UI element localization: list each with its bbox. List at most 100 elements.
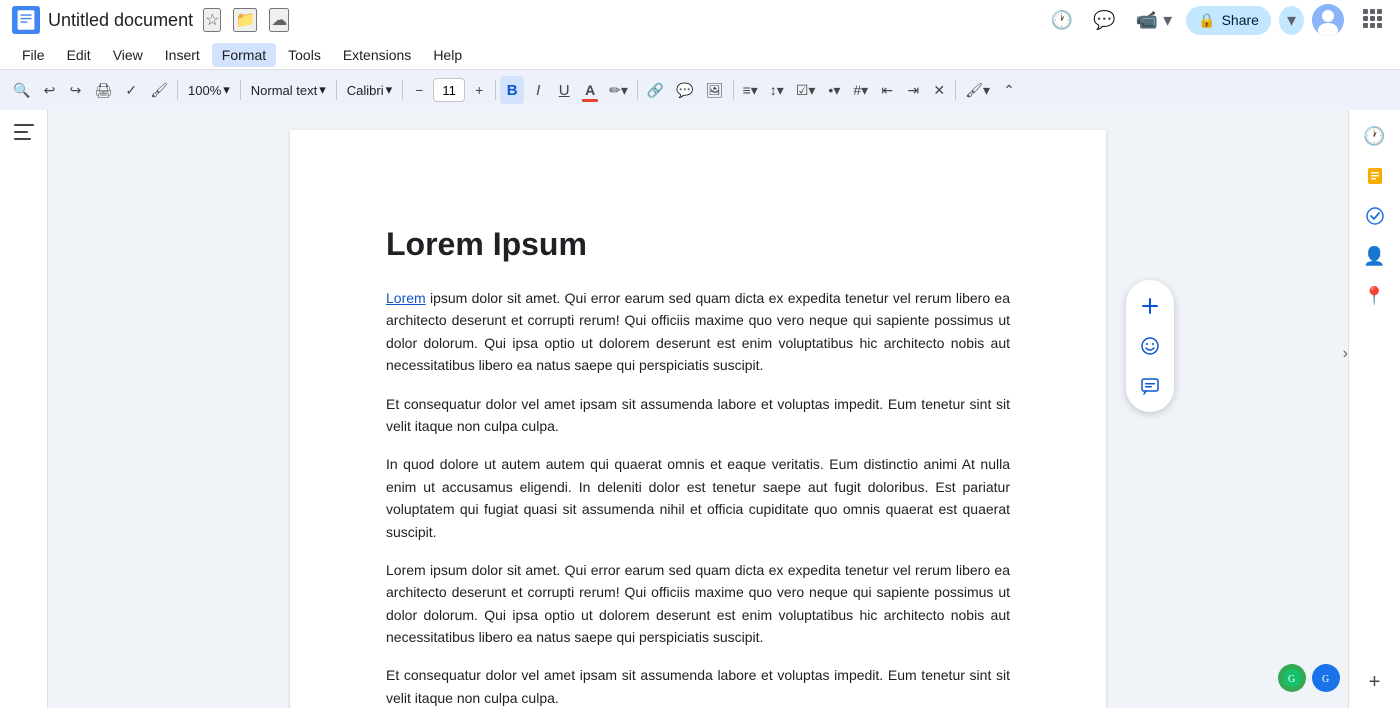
paragraph-1: Lorem ipsum dolor sit amet. Qui error ea… xyxy=(386,287,1010,377)
underline-button[interactable]: U xyxy=(552,76,576,104)
chat-icon[interactable]: 💬 xyxy=(1087,6,1121,35)
paragraph-3: In quod dolore ut autem autem qui quaera… xyxy=(386,453,1010,543)
toolbar-divider-7 xyxy=(733,80,734,100)
outline-toggle-button[interactable] xyxy=(8,118,40,151)
share-label: Share xyxy=(1222,12,1259,28)
main-layout: Lorem Ipsum Lorem ipsum dolor sit amet. … xyxy=(0,110,1400,708)
floating-action-toolbar xyxy=(1126,280,1174,412)
menu-file[interactable]: File xyxy=(12,43,55,67)
zoom-value: 100% xyxy=(188,83,221,98)
menu-insert[interactable]: Insert xyxy=(155,43,210,67)
paragraph-4: Lorem ipsum dolor sit amet. Qui error ea… xyxy=(386,559,1010,649)
toolbar: 🔍 ↩ ↪ 🖨 ✓ 🖌 100% ▾ Normal text ▾ Calibri… xyxy=(0,70,1400,110)
float-add-button[interactable] xyxy=(1132,288,1168,324)
undo-button[interactable]: ↩ xyxy=(37,76,61,104)
tasks-button[interactable] xyxy=(1357,198,1393,234)
text-color-button[interactable]: A xyxy=(578,76,602,104)
right-panel: 🕐 👤 📍 + xyxy=(1348,110,1400,708)
bottom-overlay: G G xyxy=(1278,664,1340,692)
svg-text:G: G xyxy=(1288,674,1295,685)
menu-format[interactable]: Format xyxy=(212,43,276,67)
text-align-button[interactable]: ≡▾ xyxy=(738,76,763,104)
lorem-link[interactable]: Lorem xyxy=(386,290,426,306)
menu-view[interactable]: View xyxy=(103,43,153,67)
voice-typing-button[interactable]: 🖌▾ xyxy=(960,76,995,104)
menu-tools[interactable]: Tools xyxy=(278,43,331,67)
indent-increase-button[interactable]: ⇥ xyxy=(901,76,925,104)
print-button[interactable]: 🖨 xyxy=(89,76,117,104)
doc-title[interactable]: Untitled document xyxy=(48,10,193,31)
insert-comment-button[interactable]: 💬 xyxy=(671,76,698,104)
italic-button[interactable]: I xyxy=(526,76,550,104)
toolbar-divider-2 xyxy=(240,80,241,100)
toolbar-divider-1 xyxy=(177,80,178,100)
font-size-input[interactable] xyxy=(433,78,465,102)
font-dropdown-icon: ▾ xyxy=(386,82,393,98)
right-panel-expand-button[interactable]: › xyxy=(1343,345,1348,363)
grammarly-blue-icon[interactable]: G xyxy=(1312,664,1340,692)
zoom-dropdown-icon: ▾ xyxy=(223,82,230,98)
lock-icon: 🔒 xyxy=(1198,12,1215,29)
share-button[interactable]: 🔒 Share xyxy=(1186,6,1271,35)
text-style-select[interactable]: Normal text ▾ xyxy=(245,76,332,104)
cloud-save-icon[interactable]: ☁ xyxy=(269,8,289,32)
share-dropdown-button[interactable]: ▾ xyxy=(1279,6,1304,35)
insert-link-button[interactable]: 🔗 xyxy=(642,76,669,104)
document-title: Lorem Ipsum xyxy=(386,226,1010,263)
toolbar-divider-4 xyxy=(402,80,403,100)
line-spacing-button[interactable]: ↕▾ xyxy=(765,76,789,104)
zoom-select[interactable]: 100% ▾ xyxy=(182,76,236,104)
toolbar-more-button[interactable]: ⌃ xyxy=(997,76,1021,104)
highlight-color-button[interactable]: ✏▾ xyxy=(604,76,633,104)
left-panel xyxy=(0,110,48,708)
float-comment-button[interactable] xyxy=(1132,368,1168,404)
para-1-text: ipsum dolor sit amet. Qui error earum se… xyxy=(386,290,1010,373)
checklist-button[interactable]: ☑▾ xyxy=(791,76,821,104)
paint-format-button[interactable]: 🖌 xyxy=(145,76,173,104)
version-history-button[interactable]: 🕐 xyxy=(1357,118,1393,154)
text-style-value: Normal text xyxy=(251,83,317,98)
toolbar-divider-8 xyxy=(955,80,956,100)
indent-decrease-button[interactable]: ⇤ xyxy=(875,76,899,104)
text-style-dropdown-icon: ▾ xyxy=(319,82,326,98)
toolbar-divider-5 xyxy=(495,80,496,100)
text-color-label: A xyxy=(585,82,595,98)
spellcheck-button[interactable]: ✓ xyxy=(119,76,143,104)
search-button[interactable]: 🔍 xyxy=(8,76,35,104)
bullet-list-button[interactable]: •▾ xyxy=(822,76,846,104)
maps-button[interactable]: 📍 xyxy=(1357,278,1393,314)
menu-help[interactable]: Help xyxy=(423,43,472,67)
menu-extensions[interactable]: Extensions xyxy=(333,43,421,67)
document-page: Lorem Ipsum Lorem ipsum dolor sit amet. … xyxy=(290,130,1106,708)
paragraph-5: Et consequatur dolor vel amet ipsam sit … xyxy=(386,664,1010,708)
toolbar-divider-6 xyxy=(637,80,638,100)
font-size-decrease-button[interactable]: − xyxy=(407,76,431,104)
redo-button[interactable]: ↪ xyxy=(63,76,87,104)
toolbar-divider-3 xyxy=(336,80,337,100)
document-area[interactable]: Lorem Ipsum Lorem ipsum dolor sit amet. … xyxy=(48,110,1348,708)
clear-format-button[interactable]: ✕ xyxy=(927,76,951,104)
contacts-button[interactable]: 👤 xyxy=(1357,238,1393,274)
menu-edit[interactable]: Edit xyxy=(57,43,101,67)
video-icon[interactable]: 📹 ▾ xyxy=(1130,6,1178,35)
right-panel-add-button[interactable]: + xyxy=(1357,664,1393,700)
save-to-drive-icon[interactable]: 📁 xyxy=(233,8,257,32)
bold-button[interactable]: B xyxy=(500,76,524,104)
float-emoji-button[interactable] xyxy=(1132,328,1168,364)
menu-bar: File Edit View Insert Format Tools Exten… xyxy=(0,40,1400,70)
title-bar: Untitled document ☆ 📁 ☁ 🕐 💬 📹 ▾ 🔒 Share … xyxy=(0,0,1400,40)
grammarly-icon[interactable]: G xyxy=(1278,664,1306,692)
paragraph-2: Et consequatur dolor vel amet ipsam sit … xyxy=(386,393,1010,438)
keep-notes-button[interactable] xyxy=(1357,158,1393,194)
svg-text:G: G xyxy=(1322,674,1329,685)
star-icon[interactable]: ☆ xyxy=(203,8,221,32)
doc-icon xyxy=(12,6,40,34)
google-apps-icon[interactable] xyxy=(1356,4,1388,37)
history-icon[interactable]: 🕐 xyxy=(1045,6,1079,35)
insert-image-button[interactable]: 🖼 xyxy=(701,76,729,104)
avatar[interactable] xyxy=(1312,4,1344,36)
font-size-increase-button[interactable]: + xyxy=(467,76,491,104)
font-value: Calibri xyxy=(347,83,384,98)
font-select[interactable]: Calibri ▾ xyxy=(341,76,398,104)
numbered-list-button[interactable]: #▾ xyxy=(848,76,873,104)
